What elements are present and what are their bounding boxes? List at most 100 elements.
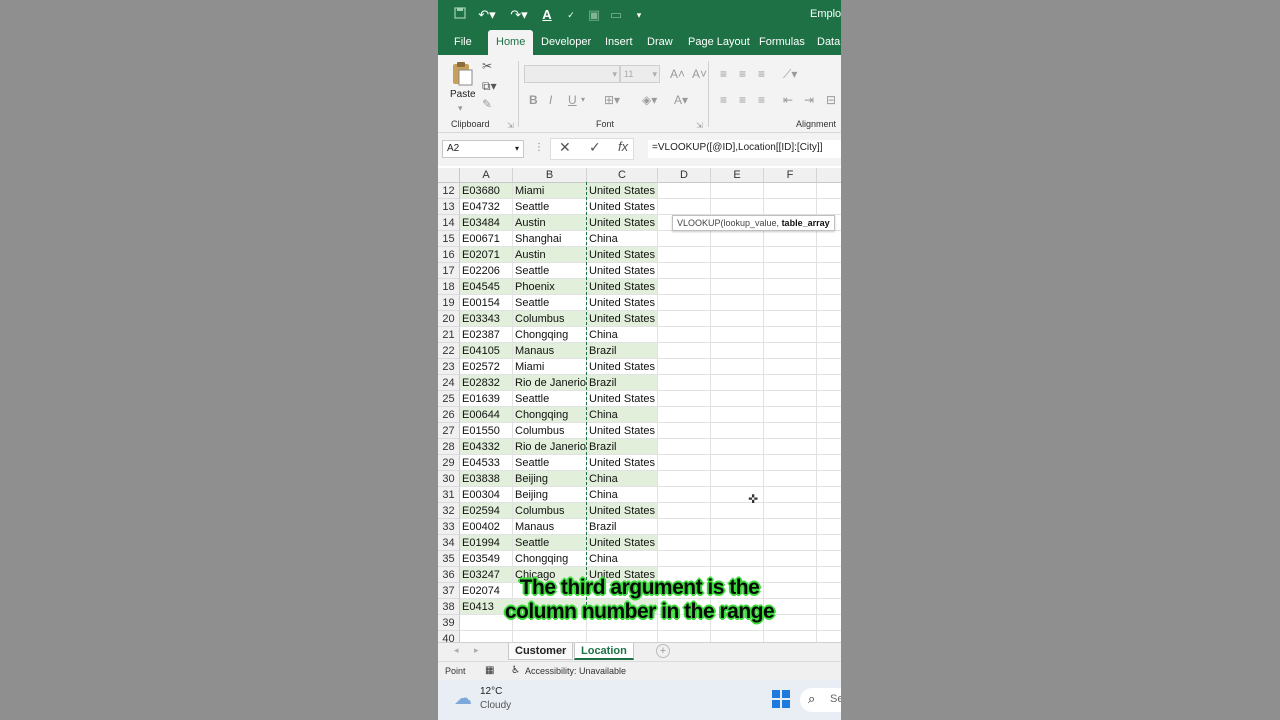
empty-cell[interactable] (658, 439, 711, 455)
table-cell-id[interactable] (460, 631, 513, 642)
table-cell-country[interactable]: United States (587, 455, 658, 471)
empty-cell[interactable] (658, 231, 711, 247)
empty-cell[interactable] (658, 199, 711, 215)
empty-cell[interactable] (658, 455, 711, 471)
sheet-tab-location[interactable]: Location (574, 643, 634, 660)
cut-icon[interactable]: ✂ (482, 59, 492, 73)
empty-cell[interactable] (817, 503, 841, 519)
empty-cell[interactable] (764, 391, 817, 407)
table-cell-country[interactable]: United States (587, 423, 658, 439)
empty-cell[interactable] (817, 471, 841, 487)
table-cell-city[interactable]: Shanghai (513, 231, 587, 247)
table-cell-city[interactable]: Columbus (513, 423, 587, 439)
table-cell-country[interactable]: United States (587, 279, 658, 295)
empty-cell[interactable] (764, 231, 817, 247)
empty-cell[interactable] (764, 519, 817, 535)
empty-cell[interactable] (817, 279, 841, 295)
empty-cell[interactable] (817, 519, 841, 535)
table-cell-city[interactable]: Austin (513, 215, 587, 231)
table-cell-id[interactable]: E03343 (460, 311, 513, 327)
table-cell-city[interactable]: Seattle (513, 535, 587, 551)
empty-cell[interactable] (658, 311, 711, 327)
empty-cell[interactable] (711, 423, 764, 439)
redo-icon[interactable]: ↷▾ (508, 6, 530, 24)
row-header[interactable]: 31 (438, 487, 460, 503)
empty-cell[interactable] (658, 391, 711, 407)
empty-cell[interactable] (711, 471, 764, 487)
align-top-icon[interactable]: ≡ (720, 67, 727, 81)
empty-cell[interactable] (817, 183, 841, 199)
row-header[interactable]: 17 (438, 263, 460, 279)
table-cell-country[interactable]: China (587, 551, 658, 567)
empty-cell[interactable] (764, 263, 817, 279)
row-header[interactable]: 12 (438, 183, 460, 199)
row-header[interactable]: 14 (438, 215, 460, 231)
empty-cell[interactable] (764, 327, 817, 343)
table-cell-id[interactable]: E03838 (460, 471, 513, 487)
table-cell-city[interactable]: Rio de Janerio (513, 439, 587, 455)
empty-cell[interactable] (711, 455, 764, 471)
spelling-icon[interactable]: ✓ (562, 6, 580, 24)
empty-cell[interactable] (764, 359, 817, 375)
table-cell-city[interactable]: Austin (513, 247, 587, 263)
empty-cell[interactable] (711, 279, 764, 295)
empty-cell[interactable] (711, 311, 764, 327)
empty-cell[interactable] (817, 375, 841, 391)
cancel-icon[interactable]: ✕ (559, 139, 571, 156)
sheet-tab-customer[interactable]: Customer (508, 643, 574, 660)
column-header-f[interactable]: F (764, 168, 817, 183)
table-cell-city[interactable]: Manaus (513, 343, 587, 359)
table-cell-city[interactable]: Columbus (513, 311, 587, 327)
column-header-c[interactable]: C (587, 168, 658, 183)
empty-cell[interactable] (658, 327, 711, 343)
table-cell-country[interactable] (587, 631, 658, 642)
empty-cell[interactable] (711, 199, 764, 215)
table-cell-city[interactable]: Seattle (513, 199, 587, 215)
taskbar-search[interactable]: ⌕ Se (800, 688, 841, 712)
empty-cell[interactable] (764, 455, 817, 471)
empty-cell[interactable] (764, 535, 817, 551)
increase-indent-icon[interactable]: ⇥ (804, 93, 814, 107)
increase-font-icon[interactable]: A˄ (670, 67, 685, 81)
table-cell-id[interactable]: E02594 (460, 503, 513, 519)
empty-cell[interactable] (817, 295, 841, 311)
table-cell-id[interactable]: E04533 (460, 455, 513, 471)
table-cell-country[interactable]: United States (587, 311, 658, 327)
empty-cell[interactable] (711, 375, 764, 391)
empty-cell[interactable] (817, 455, 841, 471)
table-cell-country[interactable]: Brazil (587, 375, 658, 391)
column-header-e[interactable]: E (711, 168, 764, 183)
empty-cell[interactable] (711, 295, 764, 311)
empty-cell[interactable] (817, 535, 841, 551)
table-cell-country[interactable]: China (587, 231, 658, 247)
empty-cell[interactable] (764, 295, 817, 311)
table-cell-country[interactable]: China (587, 487, 658, 503)
table-cell-id[interactable]: E03549 (460, 551, 513, 567)
tab-home[interactable]: Home (488, 30, 534, 55)
table-cell-id[interactable]: E02071 (460, 247, 513, 263)
table-cell-id[interactable]: E01550 (460, 423, 513, 439)
empty-cell[interactable] (711, 391, 764, 407)
empty-cell[interactable] (711, 631, 764, 642)
row-header[interactable]: 15 (438, 231, 460, 247)
tab-formulas[interactable]: Formulas (759, 30, 805, 55)
empty-cell[interactable] (817, 631, 841, 642)
empty-cell[interactable] (764, 375, 817, 391)
table-cell-city[interactable]: Chongqing (513, 551, 587, 567)
empty-cell[interactable] (764, 343, 817, 359)
clipboard-launcher-icon[interactable]: ⇲ (507, 119, 514, 133)
table-cell-id[interactable]: E00402 (460, 519, 513, 535)
table-cell-id[interactable]: E00304 (460, 487, 513, 503)
empty-cell[interactable] (658, 535, 711, 551)
empty-cell[interactable] (764, 487, 817, 503)
align-middle-icon[interactable]: ≡ (739, 67, 746, 81)
table-cell-id[interactable]: E02572 (460, 359, 513, 375)
font-name-box[interactable]: ▾ (524, 65, 620, 83)
empty-cell[interactable] (817, 439, 841, 455)
weather-condition[interactable]: Cloudy (480, 700, 511, 711)
empty-cell[interactable] (658, 359, 711, 375)
row-header[interactable]: 28 (438, 439, 460, 455)
empty-cell[interactable] (764, 503, 817, 519)
empty-cell[interactable] (658, 343, 711, 359)
add-sheet-icon[interactable]: + (656, 644, 670, 658)
